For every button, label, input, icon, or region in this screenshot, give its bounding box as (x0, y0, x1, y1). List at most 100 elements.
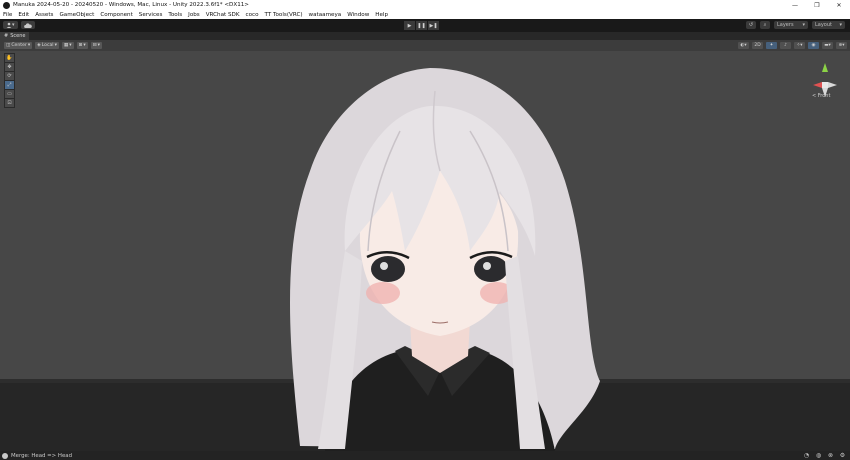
status-bar: Merge: Head => Head ◔ ◍ ⊗ ⚙ (0, 451, 850, 460)
rotate-tool-button[interactable]: ⟳ (5, 72, 14, 80)
ruler-icon: ⊟ (92, 43, 97, 48)
menu-vrchat-sdk[interactable]: VRChat SDK (206, 12, 240, 18)
menu-bar: File Edit Assets GameObject Component Se… (0, 10, 850, 19)
pause-button[interactable]: ❚❚ (416, 21, 427, 30)
move-tool-button[interactable]: ✥ (5, 63, 14, 71)
2d-toggle[interactable]: 2D (752, 42, 763, 49)
step-button[interactable]: ▶❚ (428, 21, 439, 30)
close-button[interactable]: ✕ (828, 0, 850, 10)
bake-icon[interactable]: ◍ (815, 452, 822, 459)
transform-tool-button[interactable]: ⊡ (5, 99, 14, 107)
maximize-button[interactable]: ❐ (806, 0, 828, 10)
layers-dropdown[interactable]: Layers ▾ (774, 21, 808, 29)
rect-tool-button[interactable]: ▭ (5, 90, 14, 98)
menu-window[interactable]: Window (347, 12, 369, 18)
menu-file[interactable]: File (3, 12, 12, 18)
progress-icon[interactable]: ◔ (803, 452, 810, 459)
gizmo-y-axis (822, 63, 828, 72)
tab-scene-label: Scene (10, 33, 26, 39)
info-icon (2, 452, 8, 459)
space-label: Local (41, 43, 54, 48)
scene-grid-icon: # (4, 33, 9, 39)
scene-toolbar: ◫ Center ▾ ◈ Local ▾ ▦ ▾ ⊞ ▾ ⊟ ▾ ◐▾ 2D ✦… (0, 40, 850, 51)
search-icon[interactable]: ⌕ (760, 21, 770, 29)
chevron-down-icon: ▾ (69, 43, 72, 48)
scene-tab-bar: # Scene (0, 32, 850, 40)
grid-icon: ▦ (63, 43, 69, 48)
layout-label: Layout (815, 22, 832, 28)
chevron-down-icon: ▾ (802, 22, 805, 28)
gizmo-x-axis (813, 82, 822, 88)
history-icon[interactable]: ↺ (746, 21, 756, 29)
chevron-down-icon: ▾ (27, 43, 31, 48)
chevron-down-icon: ▾ (83, 43, 86, 48)
tools-palette: ✋ ✥ ⟳ ⤢ ▭ ⊡ (4, 53, 15, 108)
minimize-button[interactable]: — (784, 0, 806, 10)
menu-tools[interactable]: Tools (168, 12, 182, 18)
play-button[interactable]: ▶ (404, 21, 415, 30)
pivot-icon: ◫ (6, 43, 11, 48)
unity-logo-icon (3, 1, 10, 9)
debug-icon[interactable]: ⚙ (839, 452, 846, 459)
orientation-gizmo[interactable] (805, 61, 845, 106)
status-message[interactable]: Merge: Head => Head (11, 453, 72, 459)
toolbar-left-group: ▾ (3, 21, 35, 29)
avatar-render (290, 68, 600, 451)
shading-mode-button[interactable]: ◐▾ (738, 42, 749, 49)
toolbar-right-group: ↺ ⌕ Layers ▾ Layout ▾ (746, 21, 845, 29)
menu-coco[interactable]: coco (246, 12, 259, 18)
effects-toggle[interactable]: ✧▾ (794, 42, 805, 49)
avatar-eye-right (474, 256, 508, 282)
menu-wataameya[interactable]: wataameya (309, 12, 342, 18)
menu-component[interactable]: Component (100, 12, 132, 18)
menu-help[interactable]: Help (375, 12, 388, 18)
menu-services[interactable]: Services (139, 12, 163, 18)
gizmos-button[interactable]: ⊕▾ (836, 42, 847, 49)
menu-assets[interactable]: Assets (35, 12, 53, 18)
visibility-toggle[interactable]: ◉ (808, 42, 819, 49)
pivot-dropdown[interactable]: ◫ Center ▾ (4, 42, 33, 49)
space-icon: ◈ (37, 43, 41, 48)
avatar-eye-highlight-left (380, 262, 388, 270)
menu-jobs[interactable]: Jobs (188, 12, 200, 18)
pivot-label: Center (11, 43, 27, 48)
snap-increment-button[interactable]: ⊞ ▾ (76, 42, 88, 49)
window-controls: — ❐ ✕ (784, 0, 850, 10)
lighting-toggle[interactable]: ✦ (766, 42, 777, 49)
audio-toggle[interactable]: ♪ (780, 42, 791, 49)
incremental-snap-button[interactable]: ⊟ ▾ (90, 42, 102, 49)
account-dropdown-arrow: ▾ (12, 22, 15, 28)
cloud-button[interactable] (20, 21, 35, 29)
tab-scene[interactable]: # Scene (0, 32, 30, 40)
chevron-down-icon: ▾ (839, 22, 842, 28)
status-icons: ◔ ◍ ⊗ ⚙ (803, 452, 846, 459)
menu-tt-tools[interactable]: TT Tools(VRC) (265, 12, 303, 18)
avatar-blush-left (366, 282, 400, 304)
snap-icon: ⊞ (78, 43, 83, 48)
scene-toolbar-right: ◐▾ 2D ✦ ♪ ✧▾ ◉ ▬▾ ⊕▾ (738, 42, 847, 49)
scene-toolbar-left: ◫ Center ▾ ◈ Local ▾ ▦ ▾ ⊞ ▾ ⊟ ▾ (4, 42, 102, 49)
menu-gameobject[interactable]: GameObject (59, 12, 94, 18)
layout-dropdown[interactable]: Layout ▾ (812, 21, 845, 29)
cloud-icon (23, 22, 32, 28)
chevron-down-icon: ▾ (97, 43, 100, 48)
chevron-down-icon: ▾ (54, 43, 57, 48)
cache-icon[interactable]: ⊗ (827, 452, 834, 459)
layers-label: Layers (777, 22, 794, 28)
camera-settings-button[interactable]: ▬▾ (822, 42, 833, 49)
gizmo-view-label[interactable]: < Front (812, 93, 830, 99)
hand-tool-button[interactable]: ✋ (5, 54, 14, 62)
gizmo-neg-x-axis (828, 82, 837, 88)
avatar-eye-highlight-right (483, 262, 491, 270)
scale-tool-button[interactable]: ⤢ (5, 81, 14, 89)
scene-viewport[interactable]: ✋ ✥ ⟳ ⤢ ▭ ⊡ < Front (0, 51, 850, 451)
account-button[interactable]: ▾ (3, 21, 18, 29)
main-toolbar: ▾ ▶ ❚❚ ▶❚ ↺ ⌕ Layers ▾ Layout ▾ (0, 19, 850, 32)
avatar-eye-left (371, 256, 405, 282)
menu-edit[interactable]: Edit (18, 12, 29, 18)
playmode-controls: ▶ ❚❚ ▶❚ (404, 21, 439, 30)
gizmo-center (822, 82, 828, 88)
space-dropdown[interactable]: ◈ Local ▾ (35, 42, 59, 49)
grid-snap-button[interactable]: ▦ ▾ (61, 42, 74, 49)
window-title: Manuka 2024-05-20 - 20240520 - Windows, … (13, 2, 249, 8)
